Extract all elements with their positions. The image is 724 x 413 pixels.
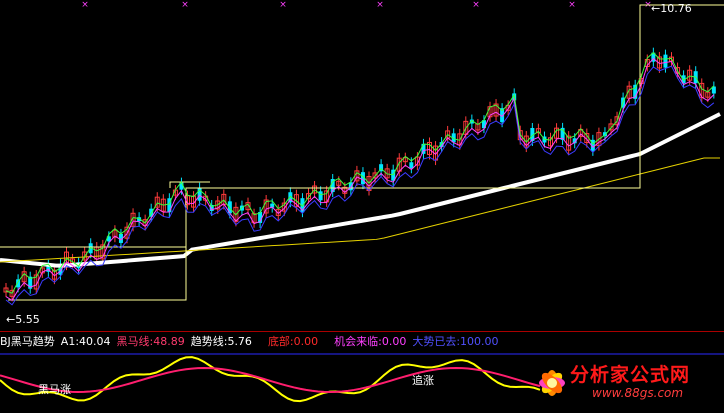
date-marker: × — [181, 0, 189, 10]
indicator-lines — [0, 356, 541, 403]
date-marker: × — [279, 0, 287, 10]
candle-body — [409, 162, 414, 169]
logo-url: www.88gs.com — [592, 386, 684, 400]
indicator-heima: 黑马线:48.89 — [116, 335, 185, 348]
site-logo: 分析家公式网 www.88gs.com — [530, 358, 720, 410]
ma-white-line — [0, 112, 721, 268]
heima-line — [0, 366, 541, 394]
indicator-name: BJ黑马趋势 — [0, 335, 55, 348]
indicator-chance: 机会来临:0.00 — [334, 335, 407, 348]
a1-line — [0, 356, 541, 403]
ma-yellow-line — [0, 157, 720, 263]
indicator-rally: 大势已去:100.00 — [412, 335, 499, 348]
indicator-trend: 趋势线:5.76 — [190, 335, 252, 348]
candlestick-chart[interactable]: × × × × × × × — [0, 0, 724, 332]
indicator-bottom: 底部:0.00 — [267, 335, 319, 348]
ma-line-2 — [5, 51, 715, 294]
signal-label-heima: 黑马涨 — [38, 383, 71, 396]
step-line-notch — [169, 181, 210, 188]
indicator-a1: A1:40.04 — [60, 335, 111, 348]
flower-logo-icon — [539, 370, 565, 396]
price-low-label: ←5.55 — [6, 313, 40, 326]
date-marker: × — [472, 0, 480, 10]
price-high-label: ←10.76 — [651, 2, 692, 15]
indicator-info-bar: BJ黑马趋势 A1:40.04 黑马线:48.89 趋势线:5.76 底部:0.00 机会… — [0, 334, 724, 350]
step-line-high — [185, 4, 724, 247]
step-line-low — [0, 246, 187, 301]
date-marker: × — [568, 0, 576, 10]
ma-line-1 — [5, 57, 715, 302]
date-marker: × — [81, 0, 89, 10]
moving-average-lines — [0, 4, 724, 306]
ma-line-0 — [5, 65, 715, 306]
date-marker: × — [376, 0, 384, 10]
signal-label-chase: 追涨 — [412, 374, 434, 387]
candle-body — [318, 191, 323, 201]
candle-body — [663, 54, 668, 68]
logo-title: 分析家公式网 — [570, 364, 691, 386]
arrow-left-icon: ← — [651, 2, 661, 15]
arrow-left-icon: ← — [6, 313, 16, 326]
top-date-markers: × × × × × × × — [81, 0, 652, 10]
panel-divider — [0, 331, 724, 332]
